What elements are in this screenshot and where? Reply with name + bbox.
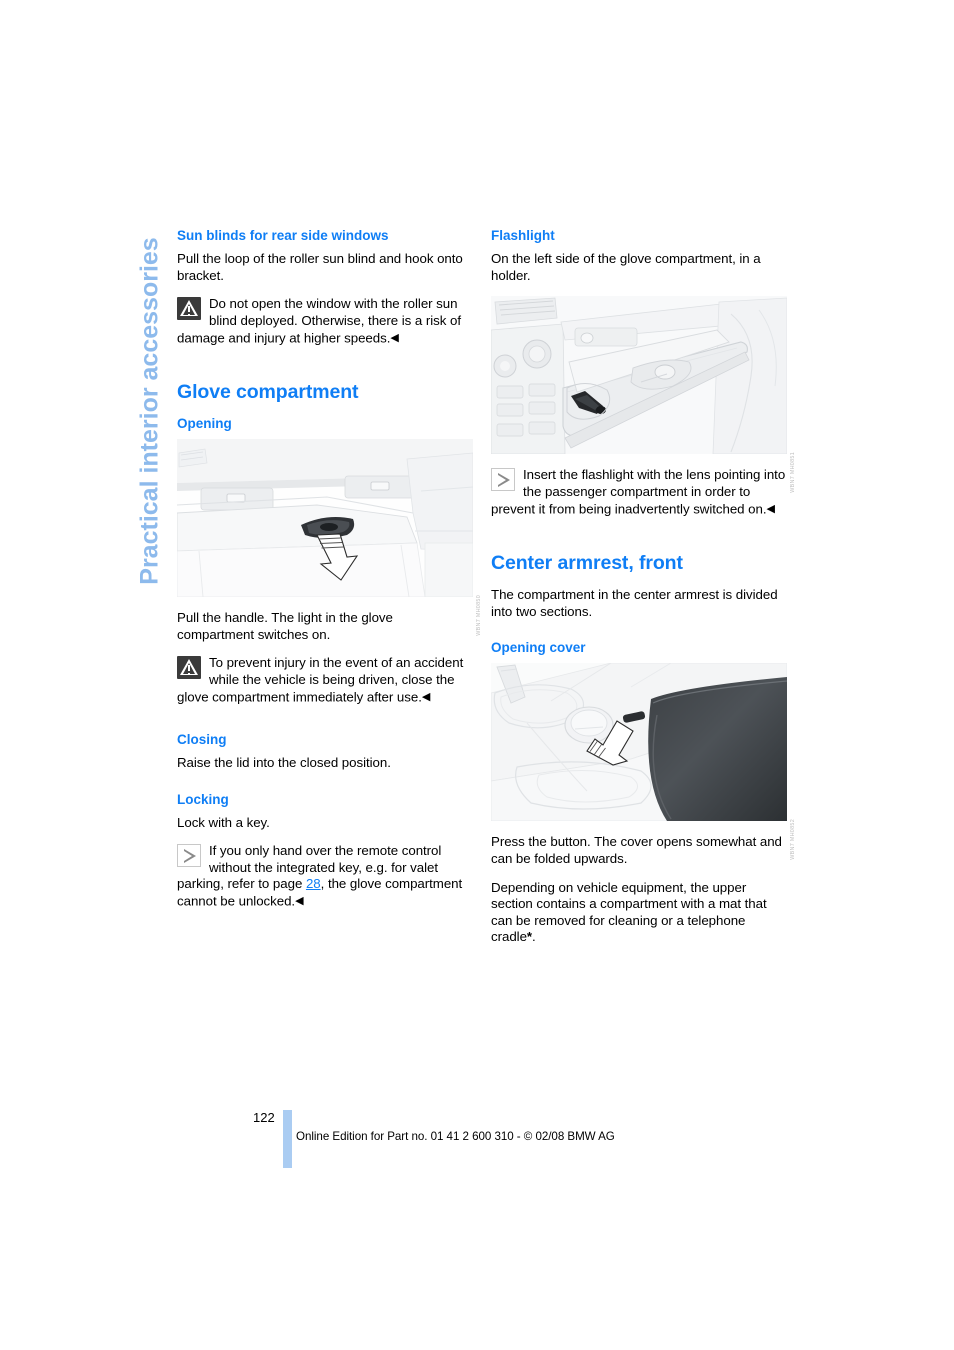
end-marker: ◀ <box>390 331 399 344</box>
warning-glove-compartment-text: To prevent injury in the event of an acc… <box>177 655 464 705</box>
flashlight-illustration <box>491 296 787 455</box>
figure-armrest-opening-cover: WBN7 MH0852 <box>491 663 796 860</box>
warning-triangle-icon <box>177 656 201 680</box>
note-flashlight: Insert the flashlight with the lens poin… <box>491 467 787 517</box>
note-play-triangle-icon <box>491 468 515 492</box>
text-armrest-equipment: Depending on vehicle equipment, the uppe… <box>491 880 787 946</box>
footer-edition-note: Online Edition for Part no. 01 41 2 600 … <box>296 1130 615 1143</box>
figure-flashlight-location: WBN7 MH0851 <box>491 296 796 493</box>
armrest-illustration <box>491 663 787 822</box>
text-armrest-press-button: Press the button. The cover opens somewh… <box>491 834 782 867</box>
heading-flashlight: Flashlight <box>491 228 555 243</box>
text-locking-body: Lock with a key. <box>177 814 270 830</box>
chapter-side-tab-label: Practical interior accessories <box>135 237 164 585</box>
figure-code: WBN7 MH0852 <box>790 819 796 861</box>
left-column: Sun blinds for rear side windows Pull th… <box>177 228 482 922</box>
text-closing-body: Raise the lid into the closed position. <box>177 754 391 770</box>
page-number: 122 <box>253 1110 275 1125</box>
footer-accent-bar <box>283 1110 292 1168</box>
figure-glove-compartment-opening: WBN7 MH0850 <box>177 439 482 636</box>
note-flashlight-text: Insert the flashlight with the lens poin… <box>491 467 786 517</box>
note-locking: If you only hand over the remote control… <box>177 843 473 910</box>
chapter-side-tab: Practical interior accessories <box>128 225 172 597</box>
warning-sun-blinds-text: Do not open the window with the roller s… <box>177 296 461 346</box>
heading-center-armrest: Center armrest, front <box>491 551 683 574</box>
text-armrest-equipment-part2: . <box>532 929 536 945</box>
page-reference-link[interactable]: 28 <box>306 876 321 891</box>
warning-sun-blinds: Do not open the window with the roller s… <box>177 296 473 346</box>
text-sun-blinds-body: Pull the loop of the roller sun blind an… <box>177 251 463 283</box>
text-flashlight-body: On the left side of the glove compartmen… <box>491 251 761 283</box>
figure-code: WBN7 MH0851 <box>790 452 796 494</box>
note-play-triangle-icon <box>177 844 201 868</box>
heading-opening: Opening <box>177 416 232 432</box>
warning-triangle-icon <box>177 297 201 321</box>
end-marker: ◀ <box>766 502 775 515</box>
warning-glove-compartment: To prevent injury in the event of an acc… <box>177 655 473 705</box>
end-marker: ◀ <box>421 690 431 703</box>
figure-code: WBN7 MH0850 <box>476 595 482 637</box>
glove-compartment-illustration <box>177 439 473 598</box>
text-opening-body: Pull the handle. The light in the glove … <box>177 610 393 642</box>
heading-sun-blinds: Sun blinds for rear side windows <box>177 228 389 243</box>
heading-locking: Locking <box>177 791 229 807</box>
heading-glove-compartment: Glove compartment <box>177 380 359 403</box>
manual-page: Practical interior accessories Sun blind… <box>0 0 954 1350</box>
heading-closing: Closing <box>177 731 227 747</box>
heading-opening-cover: Opening cover <box>491 640 586 656</box>
right-column: Flashlight On the left side of the glove… <box>491 228 796 958</box>
text-armrest-body: The compartment in the center armrest is… <box>491 587 778 619</box>
end-marker: ◀ <box>295 895 304 908</box>
